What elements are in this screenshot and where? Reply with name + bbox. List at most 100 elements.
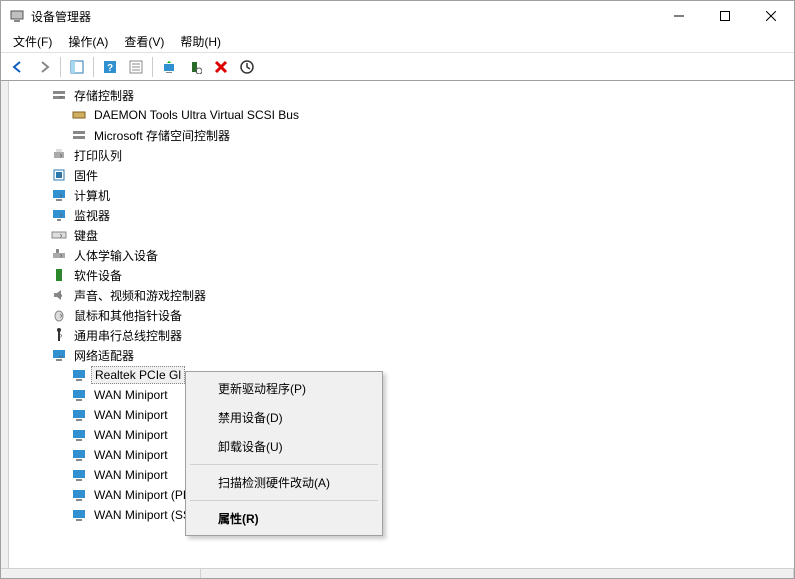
node-label: Realtek PCIe Gl: [91, 366, 185, 384]
node-label: 软件设备: [71, 266, 125, 285]
show-hide-tree-button[interactable]: [65, 55, 89, 79]
ctx-disable-device[interactable]: 禁用设备(D): [188, 403, 380, 432]
titlebar: 设备管理器: [1, 1, 794, 31]
ctx-properties[interactable]: 属性(R): [188, 504, 380, 533]
menu-view[interactable]: 查看(V): [116, 31, 172, 52]
tree-node-computer[interactable]: › 计算机: [9, 185, 794, 205]
device-manager-window: 设备管理器 文件(F) 操作(A) 查看(V) 帮助(H) ? ⌄: [0, 0, 795, 579]
node-label: 鼠标和其他指针设备: [71, 306, 185, 325]
window-title: 设备管理器: [31, 8, 656, 25]
ctx-separator: [190, 500, 378, 501]
chevron-down-icon[interactable]: ⌄: [55, 89, 67, 101]
properties-button[interactable]: [124, 55, 148, 79]
storage-space-icon: [71, 127, 87, 143]
node-label: WAN Miniport: [91, 387, 171, 403]
network-adapter-icon: [71, 407, 87, 423]
node-label: 存储控制器: [71, 86, 137, 105]
node-label: Microsoft 存储空间控制器: [91, 126, 233, 145]
disable-button[interactable]: [235, 55, 259, 79]
chevron-down-icon[interactable]: ⌄: [55, 349, 67, 361]
chevron-right-icon[interactable]: ›: [55, 149, 67, 161]
menu-file[interactable]: 文件(F): [5, 31, 60, 52]
chevron-right-icon[interactable]: ›: [55, 189, 67, 201]
ctx-uninstall-device[interactable]: 卸载设备(U): [188, 432, 380, 461]
node-label: WAN Miniport: [91, 447, 171, 463]
tree-node-wan-miniport-pptp[interactable]: WAN Miniport (PPTP): [9, 485, 794, 505]
chevron-right-icon[interactable]: ›: [55, 269, 67, 281]
ctx-scan-hardware[interactable]: 扫描检测硬件改动(A): [188, 468, 380, 497]
tree-node-daemon-tools[interactable]: DAEMON Tools Ultra Virtual SCSI Bus: [9, 105, 794, 125]
scsi-icon: [71, 107, 87, 123]
statusbar: [1, 568, 794, 578]
toolbar-separator: [93, 57, 94, 77]
chevron-right-icon[interactable]: ›: [55, 209, 67, 221]
chevron-right-icon[interactable]: ›: [55, 229, 67, 241]
node-label: WAN Miniport: [91, 427, 171, 443]
svg-text:?: ?: [107, 63, 113, 74]
window-controls: [656, 1, 794, 31]
tree-node-monitors[interactable]: › 监视器: [9, 205, 794, 225]
node-label: DAEMON Tools Ultra Virtual SCSI Bus: [91, 107, 302, 123]
uninstall-button[interactable]: [209, 55, 233, 79]
app-icon: [9, 8, 25, 24]
toolbar: ?: [1, 53, 794, 81]
tree-node-storage-controllers[interactable]: ⌄ 存储控制器: [9, 85, 794, 105]
tree-node-keyboards[interactable]: › 键盘: [9, 225, 794, 245]
network-adapter-icon: [71, 487, 87, 503]
tree-node-wan-miniport[interactable]: WAN Miniport: [9, 405, 794, 425]
context-menu: 更新驱动程序(P) 禁用设备(D) 卸载设备(U) 扫描检测硬件改动(A) 属性…: [185, 371, 383, 536]
menu-help[interactable]: 帮助(H): [172, 31, 229, 52]
scan-hardware-button[interactable]: [183, 55, 207, 79]
tree-node-print-queues[interactable]: › 打印队列: [9, 145, 794, 165]
ctx-update-driver[interactable]: 更新驱动程序(P): [188, 374, 380, 403]
network-adapter-icon: [71, 387, 87, 403]
node-label: 网络适配器: [71, 346, 137, 365]
chevron-right-icon[interactable]: ›: [55, 329, 67, 341]
tree-node-wan-miniport-sstp[interactable]: WAN Miniport (SSTP): [9, 505, 794, 525]
ctx-separator: [190, 464, 378, 465]
device-tree[interactable]: ⌄ 存储控制器 DAEMON Tools Ultra Virtual SCSI …: [9, 81, 794, 568]
toolbar-separator: [152, 57, 153, 77]
tree-node-hid[interactable]: › 人体学输入设备: [9, 245, 794, 265]
tree-node-wan-miniport[interactable]: WAN Miniport: [9, 465, 794, 485]
close-button[interactable]: [748, 1, 794, 31]
network-adapter-icon: [71, 427, 87, 443]
network-adapter-icon: [71, 367, 87, 383]
node-label: 声音、视频和游戏控制器: [71, 286, 209, 305]
chevron-right-icon[interactable]: ›: [55, 169, 67, 181]
content-area: ⌄ 存储控制器 DAEMON Tools Ultra Virtual SCSI …: [1, 81, 794, 568]
update-driver-button[interactable]: [157, 55, 181, 79]
node-label: 计算机: [71, 186, 113, 205]
help-button[interactable]: ?: [98, 55, 122, 79]
tree-node-usb[interactable]: › 通用串行总线控制器: [9, 325, 794, 345]
tree-node-mouse[interactable]: › 鼠标和其他指针设备: [9, 305, 794, 325]
tree-node-software-devices[interactable]: › 软件设备: [9, 265, 794, 285]
tree-node-wan-miniport[interactable]: WAN Miniport: [9, 385, 794, 405]
maximize-button[interactable]: [702, 1, 748, 31]
chevron-right-icon[interactable]: ›: [55, 309, 67, 321]
menubar: 文件(F) 操作(A) 查看(V) 帮助(H): [1, 31, 794, 53]
node-label: 固件: [71, 166, 101, 185]
tree-node-wan-miniport[interactable]: WAN Miniport: [9, 425, 794, 445]
node-label: 打印队列: [71, 146, 125, 165]
tree-node-ms-storage[interactable]: Microsoft 存储空间控制器: [9, 125, 794, 145]
node-label: WAN Miniport: [91, 407, 171, 423]
tree-node-network-adapters[interactable]: ⌄ 网络适配器: [9, 345, 794, 365]
node-label: 键盘: [71, 226, 101, 245]
toolbar-separator: [60, 57, 61, 77]
tree-node-wan-miniport[interactable]: WAN Miniport: [9, 445, 794, 465]
menu-action[interactable]: 操作(A): [60, 31, 116, 52]
network-adapter-icon: [71, 447, 87, 463]
node-label: 通用串行总线控制器: [71, 326, 185, 345]
back-button[interactable]: [6, 55, 30, 79]
forward-button[interactable]: [32, 55, 56, 79]
chevron-right-icon[interactable]: ›: [55, 249, 67, 261]
tree-node-audio[interactable]: › 声音、视频和游戏控制器: [9, 285, 794, 305]
tree-node-firmware[interactable]: › 固件: [9, 165, 794, 185]
minimize-button[interactable]: [656, 1, 702, 31]
node-label: WAN Miniport: [91, 467, 171, 483]
chevron-right-icon[interactable]: ›: [55, 289, 67, 301]
node-label: 监视器: [71, 206, 113, 225]
left-pane-strip: [1, 81, 9, 568]
tree-node-realtek[interactable]: Realtek PCIe Gl: [9, 365, 794, 385]
